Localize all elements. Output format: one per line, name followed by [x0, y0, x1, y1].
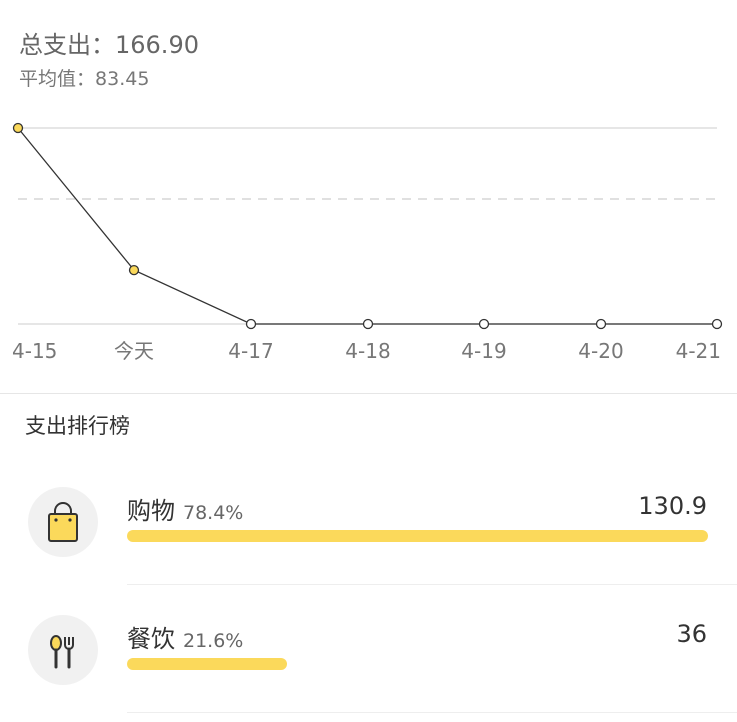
- x-tick-label: 4-18: [345, 339, 390, 363]
- data-point: [478, 318, 490, 330]
- x-tick-label: 4-21: [676, 339, 721, 363]
- x-tick-label: 4-20: [578, 339, 623, 363]
- shopping-bag-icon: [28, 487, 98, 557]
- data-point: [595, 318, 607, 330]
- row-divider: [127, 712, 737, 713]
- ranking-item-amount: 36: [676, 620, 707, 648]
- ranking-item-shopping[interactable]: 购物 78.4% 130.9: [0, 474, 737, 584]
- expense-line-chart: 4-15 今天 4-17 4-18 4-19 4-20 4-21: [12, 122, 723, 363]
- ranking-progress-bar: [127, 530, 708, 542]
- x-tick-label: 4-17: [228, 339, 273, 363]
- total-value: 166.90: [115, 31, 199, 59]
- section-divider: [0, 393, 737, 394]
- ranking-item-amount: 130.9: [638, 492, 707, 520]
- fork-spoon-icon: [28, 615, 98, 685]
- average-value: 83.45: [95, 68, 150, 90]
- ranking-title: 支出排行榜: [25, 414, 130, 438]
- average-expense: 平均值：83.45: [19, 64, 199, 94]
- ranking-item-name: 购物 78.4%: [127, 497, 244, 525]
- ranking-item-dining[interactable]: 餐饮 21.6% 36: [0, 602, 737, 712]
- total-label: 总支出：: [19, 31, 115, 59]
- data-point: [711, 318, 723, 330]
- data-point: [12, 122, 24, 134]
- total-expense: 总支出：166.90: [19, 28, 199, 62]
- average-label: 平均值：: [19, 68, 96, 90]
- ranking-progress-track: [127, 658, 708, 670]
- ranking-item-name: 餐饮 21.6%: [127, 625, 244, 653]
- ranking-item-percent: 21.6%: [183, 630, 244, 652]
- row-divider: [127, 584, 737, 585]
- ranking-item-percent: 78.4%: [183, 502, 244, 524]
- data-point: [245, 318, 257, 330]
- x-tick-label: 今天: [114, 339, 154, 363]
- x-tick-label: 4-15: [12, 339, 57, 363]
- series-line: [17, 127, 717, 325]
- summary-block: 总支出：166.90 平均值：83.45: [19, 28, 199, 94]
- ranking-progress-bar: [127, 658, 287, 670]
- x-tick-label: 4-19: [461, 339, 506, 363]
- data-point: [128, 264, 140, 276]
- ranking-progress-track: [127, 530, 708, 542]
- data-point: [362, 318, 374, 330]
